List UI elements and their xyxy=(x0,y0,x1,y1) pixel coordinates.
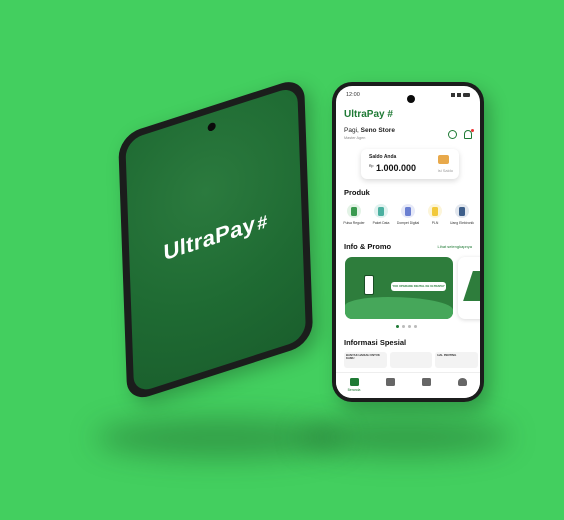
banner-stripe xyxy=(463,271,480,301)
right-phone-shadow xyxy=(300,418,510,456)
nav-home[interactable]: Beranda xyxy=(342,378,366,392)
wallet-icon[interactable] xyxy=(438,155,449,164)
status-icons xyxy=(451,93,470,97)
banner-wave xyxy=(345,297,453,319)
app-logo: UltraPay # xyxy=(344,109,393,120)
balance-currency: Rp xyxy=(369,164,374,168)
balance-card: Saldo Anda Rp 1.000.000 Isi Saldo xyxy=(361,149,459,179)
app-logo-text: UltraPay xyxy=(344,108,385,120)
card-icon xyxy=(455,204,469,218)
user-role: Master Agen xyxy=(344,136,366,140)
special-title: Informasi Spesial xyxy=(344,338,407,347)
product-label: Paket Data xyxy=(372,221,390,225)
special-cards: BANYAK HADIAH UNTUK KAMU HAL PENTING xyxy=(344,352,479,368)
product-item[interactable]: Uang Elektronik xyxy=(450,204,474,225)
brand-mark-icon: # xyxy=(256,211,268,235)
home-phone: 12:00 UltraPay # Pagi, Seno Store Master… xyxy=(332,82,484,402)
brand-mark-icon: # xyxy=(387,108,393,120)
bottom-nav: Beranda xyxy=(336,372,480,398)
carousel-dots xyxy=(396,325,417,328)
product-label: Uang Elektronik xyxy=(450,221,474,225)
transaction-icon xyxy=(385,378,395,386)
products-title: Produk xyxy=(344,188,370,197)
products-row: Pulsa Reguler Paket Data Dompet Digital … xyxy=(342,204,474,225)
battery-icon xyxy=(463,93,470,97)
splash-screen: UltraPay# xyxy=(125,85,307,394)
product-label: PLN xyxy=(431,221,439,225)
signal-icon xyxy=(451,93,455,97)
product-item[interactable]: Pulsa Reguler xyxy=(342,204,366,225)
wifi-icon xyxy=(457,93,461,97)
special-card[interactable]: HAL PENTING xyxy=(435,352,479,368)
home-screen: 12:00 UltraPay # Pagi, Seno Store Master… xyxy=(336,86,480,398)
wallet-icon xyxy=(401,204,415,218)
profile-icon xyxy=(457,378,467,386)
splash-phone: UltraPay# xyxy=(118,76,314,404)
carousel-dot[interactable] xyxy=(408,325,411,328)
camera-hole xyxy=(407,95,415,103)
report-icon xyxy=(421,378,431,386)
header-actions xyxy=(448,129,474,139)
splash-logo-text: UltraPay xyxy=(163,211,256,266)
splash-logo: UltraPay# xyxy=(129,196,302,277)
balance-amount: 1.000.000 xyxy=(376,163,417,173)
special-card[interactable] xyxy=(389,352,433,368)
promo-banner-text: YUK UPGRADE DIGITAL KE ULTRAPAY xyxy=(391,282,446,291)
carousel-dot[interactable] xyxy=(396,325,399,328)
app-header: UltraPay # xyxy=(344,106,472,122)
product-label: Dompet Digital xyxy=(396,221,420,225)
promo-banner[interactable]: YUK UPGRADE DIGITAL KE ULTRAPAY xyxy=(345,257,453,319)
sim-card-icon xyxy=(347,204,361,218)
home-icon xyxy=(349,378,359,386)
top-up-button[interactable]: Isi Saldo xyxy=(438,168,453,173)
product-item[interactable]: Dompet Digital xyxy=(396,204,420,225)
special-card[interactable]: BANYAK HADIAH UNTUK KAMU xyxy=(344,352,387,368)
data-icon xyxy=(374,204,388,218)
nav-report[interactable] xyxy=(414,378,438,386)
phone-illustration-icon xyxy=(364,275,374,295)
carousel-dot[interactable] xyxy=(402,325,405,328)
product-label: Pulsa Reguler xyxy=(343,221,365,225)
carousel-dot[interactable] xyxy=(414,325,417,328)
store-name: Seno Store xyxy=(360,127,395,134)
bell-icon[interactable] xyxy=(464,129,474,139)
promo-title: Info & Promo xyxy=(344,242,392,251)
balance-label: Saldo Anda xyxy=(369,154,397,160)
greeting: Pagi, Seno Store xyxy=(344,127,395,134)
nav-profile[interactable] xyxy=(450,378,474,386)
nav-label: Beranda xyxy=(347,388,361,392)
nav-transaction[interactable] xyxy=(378,378,402,386)
promo-banner[interactable] xyxy=(458,257,480,319)
status-time: 12:00 xyxy=(346,92,360,98)
scan-icon[interactable] xyxy=(448,130,457,139)
product-item[interactable]: PLN xyxy=(423,204,447,225)
see-all-link[interactable]: Lihat selengkapnya xyxy=(438,244,472,249)
greeting-prefix: Pagi, xyxy=(344,127,359,134)
lightning-icon xyxy=(428,204,442,218)
product-item[interactable]: Paket Data xyxy=(369,204,393,225)
camera-hole xyxy=(207,121,216,133)
